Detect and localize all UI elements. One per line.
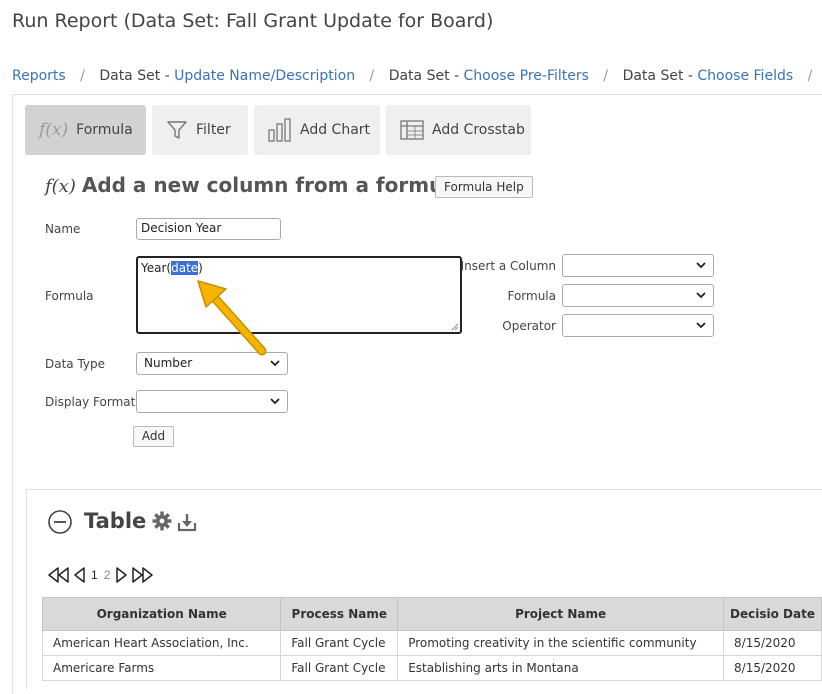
formula-label: Formula xyxy=(45,289,94,303)
add-column-button[interactable]: Add xyxy=(133,426,174,447)
table-header-row: Organization Name Process Name Project N… xyxy=(41,597,822,631)
operator-select[interactable] xyxy=(562,314,714,337)
add-crosstab-button[interactable]: Add Crosstab xyxy=(386,105,531,155)
gear-icon[interactable] xyxy=(152,511,172,531)
add-chart-button-label: Add Chart xyxy=(300,122,371,138)
formula-function-select[interactable] xyxy=(562,284,714,307)
display-format-select[interactable] xyxy=(136,390,288,413)
chevron-down-icon xyxy=(696,322,706,329)
breadcrumb-separator: / xyxy=(603,68,609,84)
breadcrumb-separator: / xyxy=(807,68,813,84)
chevron-down-icon xyxy=(696,292,706,299)
prev-page-icon[interactable] xyxy=(72,566,88,584)
breadcrumb-reports-link[interactable]: Reports xyxy=(12,68,66,84)
table-cell: Establishing arts in Montana xyxy=(397,655,725,681)
crosstab-icon xyxy=(400,120,424,140)
table-cell: Americare Farms xyxy=(41,655,282,681)
filter-button[interactable]: Filter xyxy=(152,105,248,155)
breadcrumb-pre-filters-link[interactable]: Choose Pre-Filters xyxy=(464,68,589,84)
table-title: Table xyxy=(84,509,147,533)
formula-button-label: Formula xyxy=(76,122,133,138)
last-page-icon[interactable] xyxy=(129,566,157,584)
breadcrumb-separator: / xyxy=(80,68,85,84)
formula-text-before: Year( xyxy=(141,261,172,275)
formula-help-button[interactable]: Formula Help xyxy=(435,176,533,198)
annotation-arrow-icon xyxy=(197,280,267,356)
page-number[interactable]: 2 xyxy=(104,568,111,582)
data-type-value: Number xyxy=(144,356,193,370)
table-cell: Fall Grant Cycle xyxy=(280,655,399,681)
table-cell: American Heart Association, Inc. xyxy=(41,630,282,656)
table-cell: 8/15/2020 xyxy=(723,630,822,656)
column-header-decision: Decisio Date xyxy=(730,606,815,621)
bar-chart-icon xyxy=(268,118,291,142)
formula-heading-icon: f(x) xyxy=(45,176,76,197)
formula-select-label: Formula xyxy=(507,289,556,303)
column-header[interactable]: Process Name xyxy=(280,597,399,631)
resize-grip-icon[interactable] xyxy=(451,323,459,331)
column-header[interactable]: Project Name xyxy=(397,597,725,631)
formula-button[interactable]: f(x) Formula xyxy=(25,105,146,155)
pager: 1 2 xyxy=(46,566,157,584)
breadcrumb-update-name-link[interactable]: Update Name/Description xyxy=(174,68,355,84)
operator-label: Operator xyxy=(502,319,556,333)
filter-icon xyxy=(167,121,187,139)
download-icon[interactable] xyxy=(177,512,197,532)
page-number-current[interactable]: 1 xyxy=(91,568,98,582)
display-format-label: Display Format xyxy=(45,395,136,409)
table-row[interactable]: American Heart Association, Inc. Fall Gr… xyxy=(41,630,822,656)
insert-column-label: Insert a Column xyxy=(460,259,556,273)
first-page-icon[interactable] xyxy=(46,566,72,584)
formula-textarea[interactable]: Year(date) xyxy=(136,256,462,334)
next-page-icon[interactable] xyxy=(113,566,129,584)
report-table: Organization Name Process Name Project N… xyxy=(41,597,822,681)
breadcrumb-prefix: Data Set - xyxy=(622,68,698,84)
table-cell: Promoting creativity in the scientific c… xyxy=(397,630,725,656)
chevron-down-icon xyxy=(696,262,706,269)
table-cell: 8/15/2020 xyxy=(723,655,822,681)
formula-text-selected: date xyxy=(171,261,199,275)
column-header[interactable]: Decisio Date xyxy=(723,597,822,631)
formula-heading-text: Add a new column from a formula. xyxy=(81,173,472,197)
breadcrumb-choose-fields-link[interactable]: Choose Fields xyxy=(697,68,793,84)
formula-icon: f(x) xyxy=(39,120,69,140)
filter-button-label: Filter xyxy=(196,122,231,138)
add-chart-button[interactable]: Add Chart xyxy=(254,105,380,155)
formula-text-after: ) xyxy=(198,261,203,275)
breadcrumb: Reports / Data Set - Update Name/Descrip… xyxy=(12,68,822,84)
breadcrumb-prefix: Data Set - xyxy=(388,68,464,84)
page-title: Run Report (Data Set: Fall Grant Update … xyxy=(12,10,494,32)
breadcrumb-separator: / xyxy=(369,68,375,84)
chevron-down-icon xyxy=(270,398,280,405)
collapse-icon[interactable] xyxy=(47,509,73,535)
add-crosstab-button-label: Add Crosstab xyxy=(432,122,525,138)
insert-column-select[interactable] xyxy=(562,254,714,277)
table-row[interactable]: Americare Farms Fall Grant Cycle Establi… xyxy=(41,655,822,681)
name-input[interactable]: Decision Year xyxy=(136,218,281,240)
column-header[interactable]: Organization Name xyxy=(41,597,282,631)
name-label: Name xyxy=(45,222,81,236)
table-cell: Fall Grant Cycle xyxy=(280,630,399,656)
formula-section-heading: f(x) Add a new column from a formula. xyxy=(45,173,471,197)
data-type-label: Data Type xyxy=(45,357,106,371)
breadcrumb-prefix: Data Set - xyxy=(99,68,175,84)
